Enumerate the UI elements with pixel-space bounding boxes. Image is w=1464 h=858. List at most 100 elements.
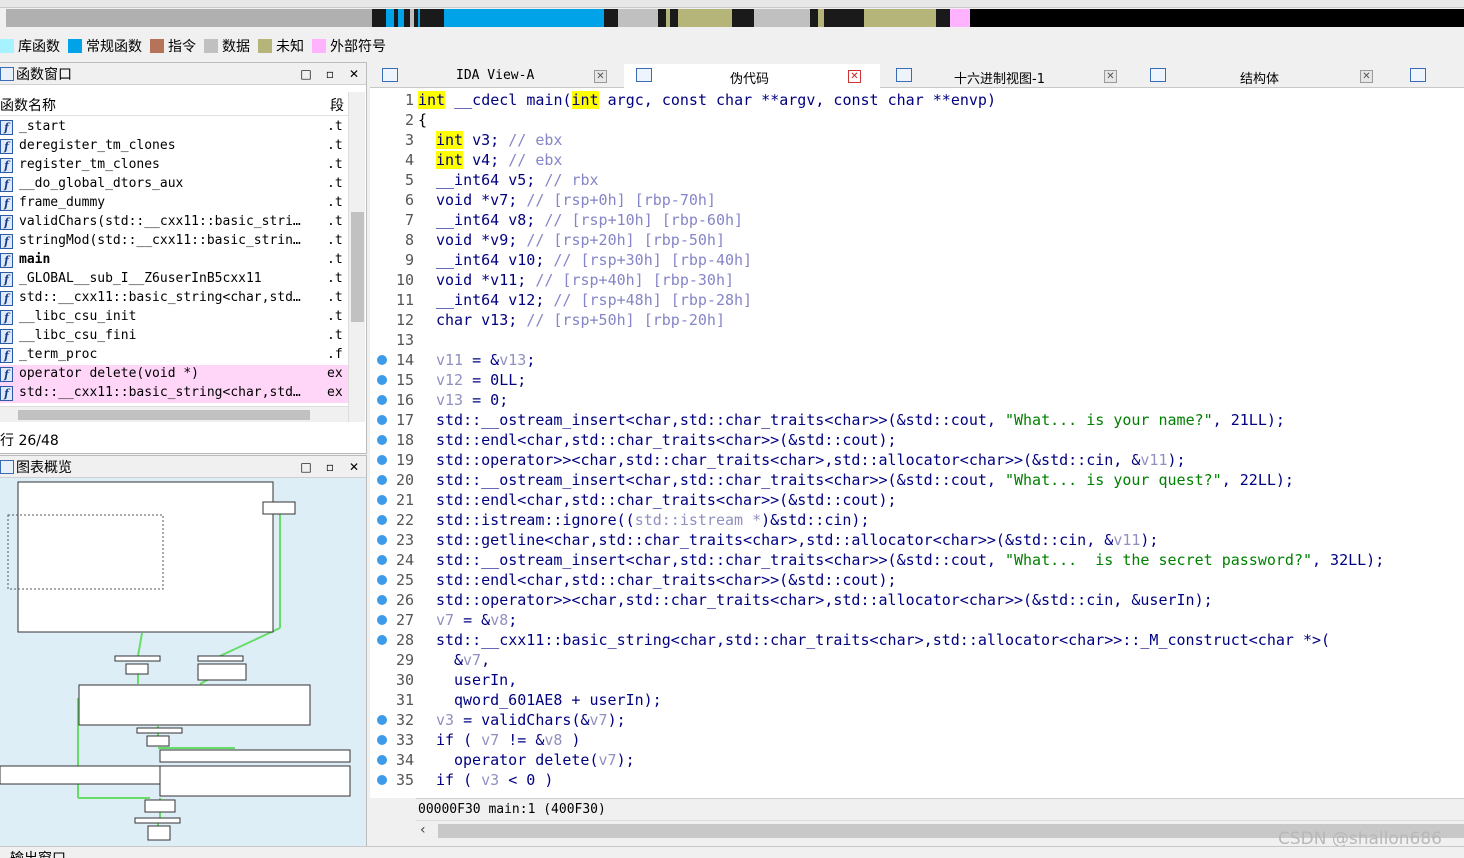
code-line[interactable]: 6 void *v7; // [rsp+0h] [rbp-70h]: [370, 190, 1464, 210]
function-row[interactable]: f main .t: [0, 251, 348, 270]
function-row[interactable]: f _GLOBAL__sub_I__Z6userInB5cxx11 .t: [0, 270, 348, 289]
function-row[interactable]: f operator delete(void *) ex: [0, 365, 348, 384]
functions-window-titlebar[interactable]: 函数窗口 □ ▫ ✕: [0, 63, 366, 85]
code-line[interactable]: 35 if ( v3 < 0 ): [370, 770, 1464, 790]
code-line[interactable]: 28 std::__cxx11::basic_string<char,std::c…: [370, 630, 1464, 650]
function-row[interactable]: f frame_dummy .t: [0, 194, 348, 213]
output-window-titlebar[interactable]: 输出窗口: [0, 846, 1464, 858]
code-line[interactable]: 10 void *v11; // [rsp+40h] [rbp-30h]: [370, 270, 1464, 290]
window-minimize-icon[interactable]: □: [294, 460, 318, 474]
code-line[interactable]: 7 __int64 v8; // [rsp+10h] [rbp-60h]: [370, 210, 1464, 230]
graph-overview-canvas[interactable]: [0, 478, 366, 846]
legend-label: 库函数: [18, 39, 60, 55]
window-minimize-icon[interactable]: □: [294, 67, 318, 81]
code-token: userIn,: [454, 671, 518, 689]
code-line[interactable]: 3 int v3; // ebx: [370, 130, 1464, 150]
line-number: 8: [404, 231, 414, 249]
pseudocode-view[interactable]: 1 int __cdecl main(int argc, const char *…: [370, 88, 1464, 798]
code-line[interactable]: 18 std::endl<char,std::char_traits<char>>…: [370, 430, 1464, 450]
code-line[interactable]: 1 int __cdecl main(int argc, const char *…: [370, 90, 1464, 110]
window-float-icon[interactable]: ▫: [318, 67, 342, 81]
code-line[interactable]: 12 char v13; // [rsp+50h] [rbp-20h]: [370, 310, 1464, 330]
code-token: v4;: [463, 151, 509, 169]
scrollbar-thumb[interactable]: [351, 212, 364, 322]
code-line[interactable]: 9 __int64 v10; // [rsp+30h] [rbp-40h]: [370, 250, 1464, 270]
graph-node: [125, 663, 149, 675]
function-row[interactable]: f std::__cxx11::basic_string<char,std… .t: [0, 289, 348, 308]
navigation-bar[interactable]: [6, 9, 1464, 27]
function-row[interactable]: f register_tm_clones .t: [0, 156, 348, 175]
close-icon[interactable]: ✕: [1104, 70, 1117, 83]
function-row[interactable]: f _start .t: [0, 118, 348, 137]
function-row[interactable]: f __libc_csu_fini .t: [0, 327, 348, 346]
code-line[interactable]: 11 __int64 v12; // [rsp+48h] [rbp-28h]: [370, 290, 1464, 310]
code-line[interactable]: 19 std::operator>><char,std::char_traits<…: [370, 450, 1464, 470]
function-name: __do_global_dtors_aux: [19, 176, 184, 191]
function-row[interactable]: f std::__cxx11::basic_string<char,std… ex: [0, 384, 348, 403]
code-line[interactable]: 4 int v4; // ebx: [370, 150, 1464, 170]
scrollbar-thumb[interactable]: [18, 410, 310, 420]
code-token: v11: [1140, 451, 1168, 469]
code-line[interactable]: 33 if ( v7 != &v8 ): [370, 730, 1464, 750]
functions-vertical-scrollbar[interactable]: [348, 92, 365, 422]
code-line[interactable]: 21 std::endl<char,std::char_traits<char>>…: [370, 490, 1464, 510]
code-line[interactable]: 8 void *v9; // [rsp+20h] [rbp-50h]: [370, 230, 1464, 250]
code-line[interactable]: 24 std::__ostream_insert<char,std::char_t…: [370, 550, 1464, 570]
close-icon[interactable]: ✕: [342, 460, 366, 474]
line-number: 35: [395, 771, 414, 789]
scroll-left-icon[interactable]: ‹: [420, 822, 426, 838]
code-line[interactable]: 22 std::istream::ignore((std::istream *)&…: [370, 510, 1464, 530]
code-line[interactable]: 15 v12 = 0LL;: [370, 370, 1464, 390]
window-float-icon[interactable]: ▫: [318, 460, 342, 474]
code-line[interactable]: 25 std::endl<char,std::char_traits<char>>…: [370, 570, 1464, 590]
tab-structures[interactable]: 结构体 ✕: [1138, 64, 1394, 88]
tab-ida-view-a[interactable]: IDA View-A ✕: [370, 64, 620, 88]
tab-hex-view-1[interactable]: 十六进制视图-1 ✕: [884, 64, 1134, 88]
function-row[interactable]: f __libc_csu_init .t: [0, 308, 348, 327]
close-icon[interactable]: ✕: [342, 67, 366, 81]
function-row[interactable]: f validChars(std::__cxx11::basic_stri… .t: [0, 213, 348, 232]
line-number: 5: [404, 171, 414, 189]
code-line[interactable]: 31 qword_601AE8 + userIn);: [370, 690, 1464, 710]
line-number: 14: [395, 351, 414, 369]
code-line[interactable]: 34 operator delete(v7);: [370, 750, 1464, 770]
tab-enums[interactable]: [1398, 64, 1464, 88]
code-token: if (: [436, 731, 482, 749]
function-row[interactable]: f stringMod(std::__cxx11::basic_strin… .t: [0, 232, 348, 251]
function-icon: f: [0, 272, 13, 287]
code-token: , 32LL);: [1312, 551, 1385, 569]
tab-label: IDA View-A: [456, 68, 535, 83]
function-row[interactable]: f __do_global_dtors_aux .t: [0, 175, 348, 194]
close-icon[interactable]: ✕: [594, 70, 607, 83]
code-line[interactable]: 17 std::__ostream_insert<char,std::char_t…: [370, 410, 1464, 430]
code-token: )&std::cin);: [761, 511, 870, 529]
code-line[interactable]: 30 userIn,: [370, 670, 1464, 690]
code-line[interactable]: 23 std::getline<char,std::char_traits<cha…: [370, 530, 1464, 550]
function-row[interactable]: f deregister_tm_clones .t: [0, 137, 348, 156]
graph-overview-titlebar[interactable]: 图表概览 □ ▫ ✕: [0, 456, 366, 478]
nav-segment: [936, 9, 950, 27]
column-header-segment[interactable]: 段: [330, 95, 344, 115]
tab-pseudocode[interactable]: 伪代码 ✕: [624, 64, 880, 88]
functions-horizontal-scrollbar[interactable]: [0, 406, 348, 422]
code-line[interactable]: 32 v3 = validChars(&v7);: [370, 710, 1464, 730]
code-line[interactable]: 20 std::__ostream_insert<char,std::char_t…: [370, 470, 1464, 490]
code-line[interactable]: 14 v11 = &v13;: [370, 350, 1464, 370]
code-line[interactable]: 26 std::operator>><char,std::char_traits<…: [370, 590, 1464, 610]
code-token: if (: [436, 771, 482, 789]
close-icon[interactable]: ✕: [848, 70, 861, 83]
legend-swatch: [0, 39, 14, 53]
function-row[interactable]: f _term_proc .f: [0, 346, 348, 365]
code-line[interactable]: 2{: [370, 110, 1464, 130]
code-token: v8: [490, 611, 509, 629]
line-number: 20: [395, 471, 414, 489]
column-header-name[interactable]: 函数名称: [0, 95, 56, 115]
code-line[interactable]: 27 v7 = &v8;: [370, 610, 1464, 630]
code-line[interactable]: 13: [370, 330, 1464, 350]
code-line[interactable]: 29 &v7,: [370, 650, 1464, 670]
code-line[interactable]: 5 __int64 v5; // rbx: [370, 170, 1464, 190]
close-icon[interactable]: ✕: [1360, 70, 1373, 83]
code-token: operator delete(: [454, 751, 599, 769]
code-line[interactable]: 16 v13 = 0;: [370, 390, 1464, 410]
line-number: 32: [395, 711, 414, 729]
